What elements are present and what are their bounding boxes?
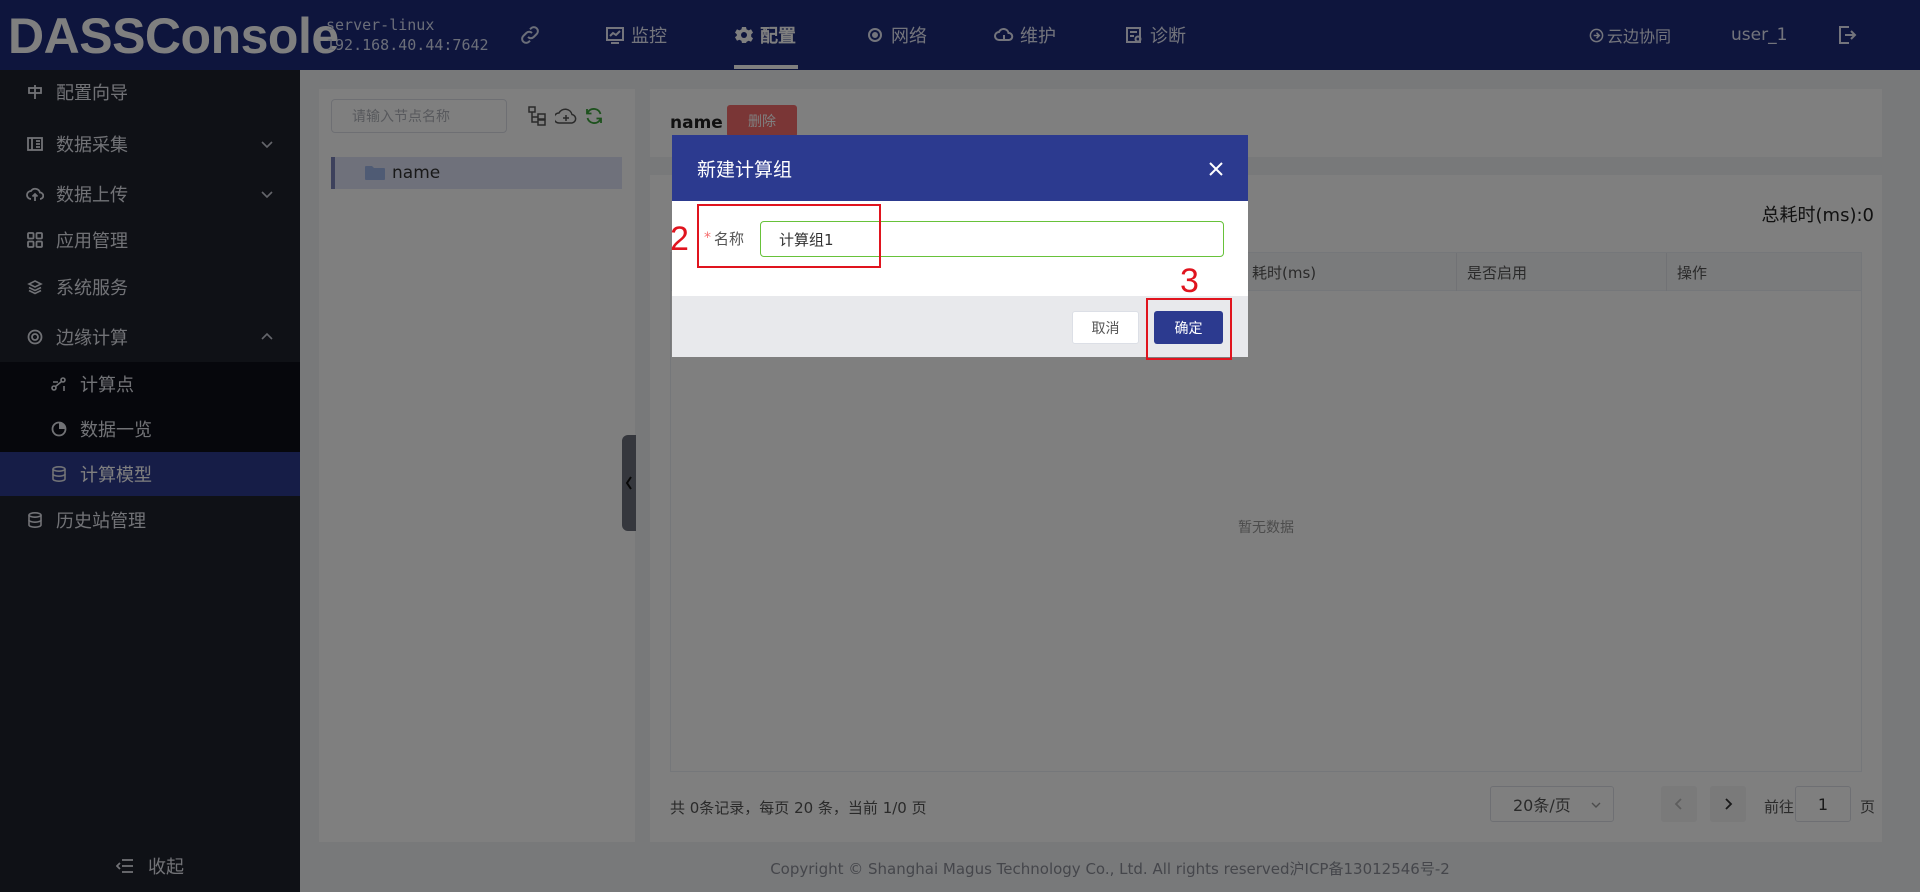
dialog-title: 新建计算组 xyxy=(697,159,793,181)
modal-overlay[interactable] xyxy=(0,0,1920,892)
close-icon[interactable] xyxy=(1208,161,1224,177)
cancel-button[interactable]: 取消 xyxy=(1072,311,1139,344)
dialog-header: 新建计算组 xyxy=(672,135,1248,201)
annotation-step3: 3 xyxy=(1180,262,1199,300)
annotation-box-step2 xyxy=(697,204,881,268)
annotation-step2: 2 xyxy=(670,220,689,258)
annotation-box-step3 xyxy=(1146,298,1232,360)
